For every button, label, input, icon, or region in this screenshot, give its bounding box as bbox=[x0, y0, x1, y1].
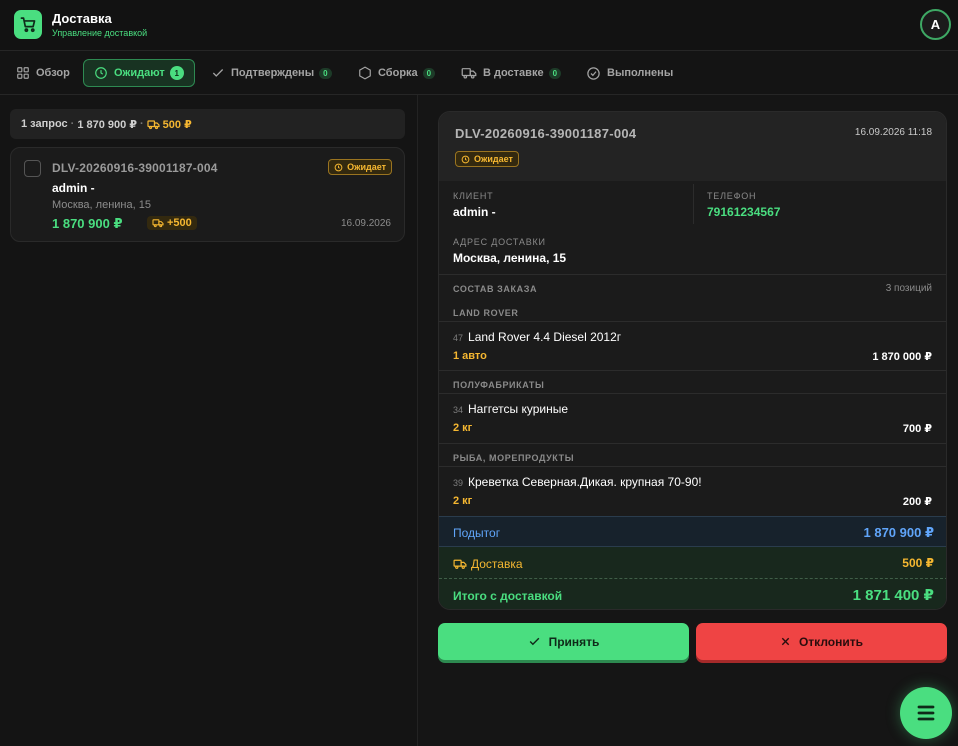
menu-icon bbox=[917, 705, 935, 721]
item-price: 1 870 000 ₽ bbox=[872, 351, 932, 363]
list-item: 39 Креветка Северная.Дикая. крупная 70-90… bbox=[453, 475, 702, 489]
subtotal-row: Подытог 1 870 900 ₽ bbox=[439, 516, 946, 547]
item-number: 47 bbox=[453, 333, 464, 343]
summary-delivery-value: 500 ₽ bbox=[162, 118, 192, 131]
reject-label: Отклонить bbox=[798, 634, 864, 649]
client-label: КЛИЕНТ bbox=[453, 191, 494, 201]
tab-label: Ожидают bbox=[114, 67, 165, 79]
delivery-label-text: Доставка bbox=[471, 557, 523, 571]
grand-total-value: 1 871 400 ₽ bbox=[852, 587, 934, 604]
status-badge: Ожидает bbox=[455, 151, 519, 167]
reject-button[interactable]: Отклонить bbox=[696, 623, 947, 660]
truck-icon bbox=[152, 219, 164, 228]
box-icon bbox=[359, 66, 371, 80]
composition-label: СОСТАВ ЗАКАЗА bbox=[453, 284, 538, 294]
truck-icon bbox=[147, 119, 160, 129]
order-detail-panel: DLV-20260916-39001187-004 16.09.2026 11:… bbox=[438, 111, 947, 610]
app-header: Доставка Управление доставкой A bbox=[0, 0, 958, 51]
positions-count: 3 позиций bbox=[885, 283, 932, 294]
tab-confirmed[interactable]: Подтверждены 0 bbox=[205, 59, 338, 87]
accept-label: Принять bbox=[548, 634, 600, 649]
status-text: Ожидает bbox=[347, 162, 386, 172]
cart-icon[interactable] bbox=[14, 10, 42, 39]
detail-header: DLV-20260916-39001187-004 16.09.2026 11:… bbox=[439, 112, 946, 181]
subtotal-value: 1 870 900 ₽ bbox=[863, 525, 935, 540]
phone-label: ТЕЛЕФОН bbox=[707, 191, 757, 201]
client-value: admin - bbox=[453, 205, 496, 219]
tab-completed[interactable]: Выполнены bbox=[580, 59, 679, 87]
list-item: 47 Land Rover 4.4 Diesel 2012г bbox=[453, 330, 621, 344]
summary-requests: 1 запрос bbox=[21, 118, 68, 130]
item-name: Креветка Северная.Дикая. крупная 70-90! bbox=[468, 475, 702, 489]
category-label: LAND ROVER bbox=[453, 308, 519, 318]
status-badge: Ожидает bbox=[328, 159, 392, 175]
tab-in-delivery[interactable]: В доставке 0 bbox=[455, 59, 567, 87]
close-icon bbox=[781, 637, 790, 646]
tab-count: 1 bbox=[169, 66, 184, 80]
item-qty: 1 авто bbox=[453, 350, 487, 362]
detail-datetime: 16.09.2026 11:18 bbox=[854, 127, 932, 138]
subtotal-label: Подытог bbox=[453, 526, 501, 540]
check-icon bbox=[212, 69, 224, 77]
check-icon bbox=[529, 637, 539, 646]
avatar[interactable]: A bbox=[920, 9, 951, 40]
tab-label: В доставке bbox=[483, 67, 544, 79]
order-id: DLV-20260916-39001187-004 bbox=[52, 161, 218, 175]
status-tabs: Обзор Ожидают 1 Подтверждены 0 Сборка 0 … bbox=[0, 51, 958, 95]
tab-label: Подтверждены bbox=[231, 67, 315, 79]
category-label: ПОЛУФАБРИКАТЫ bbox=[453, 380, 545, 390]
item-price: 700 ₽ bbox=[902, 423, 932, 435]
item-qty: 2 кг bbox=[453, 422, 473, 434]
orders-summary: 1 запрос · 1 870 900 ₽ · 500 ₽ bbox=[10, 109, 405, 139]
tab-pending[interactable]: Ожидают 1 bbox=[83, 59, 195, 87]
order-date: 16.09.2026 bbox=[340, 218, 391, 229]
menu-button[interactable] bbox=[900, 687, 952, 739]
tab-label: Обзор bbox=[36, 67, 70, 79]
truck-icon bbox=[453, 559, 467, 569]
summary-total: 1 870 900 ₽ bbox=[77, 118, 137, 131]
delivery-total-block: Доставка 500 ₽ Итого с доставкой 1 871 4… bbox=[439, 547, 946, 609]
item-price: 200 ₽ bbox=[902, 496, 932, 508]
truck-icon bbox=[461, 68, 477, 79]
accept-button[interactable]: Принять bbox=[438, 623, 689, 660]
order-client: admin - bbox=[52, 181, 95, 195]
clock-icon bbox=[461, 155, 470, 163]
status-text: Ожидает bbox=[474, 154, 513, 164]
summary-delivery: 500 ₽ bbox=[147, 118, 192, 131]
clock-icon bbox=[95, 67, 107, 79]
tab-overview[interactable]: Обзор bbox=[10, 59, 76, 87]
orders-list-panel: 1 запрос · 1 870 900 ₽ · 500 ₽ DLV-20260… bbox=[0, 95, 418, 746]
check-circle-icon bbox=[587, 66, 600, 80]
address-value: Москва, ленина, 15 bbox=[453, 251, 567, 265]
detail-order-id: DLV-20260916-39001187-004 bbox=[455, 126, 637, 141]
tab-count: 0 bbox=[422, 67, 436, 79]
order-price: 1 870 900 ₽ bbox=[52, 216, 123, 231]
address-label: АДРЕС ДОСТАВКИ bbox=[453, 237, 546, 247]
app-subtitle: Управление доставкой bbox=[52, 28, 148, 38]
grand-total-label: Итого с доставкой bbox=[453, 589, 563, 603]
delivery-value: 500 ₽ bbox=[902, 556, 934, 570]
item-name: Land Rover 4.4 Diesel 2012г bbox=[468, 330, 622, 344]
item-qty: 2 кг bbox=[453, 495, 473, 507]
item-name: Наггетсы куриные bbox=[468, 402, 568, 416]
tab-count: 0 bbox=[319, 67, 332, 79]
clock-icon bbox=[334, 163, 343, 171]
delivery-label: Доставка bbox=[453, 557, 523, 571]
tab-count: 0 bbox=[548, 67, 562, 79]
tab-assembly[interactable]: Сборка 0 bbox=[352, 59, 441, 87]
order-card[interactable]: DLV-20260916-39001187-004 Ожидает admin … bbox=[10, 147, 405, 242]
tab-label: Выполнены bbox=[607, 67, 674, 79]
order-address: Москва, ленина, 15 bbox=[52, 199, 151, 211]
phone-link[interactable]: 79161234567 bbox=[707, 205, 780, 219]
grid-icon bbox=[17, 67, 29, 79]
delivery-fee-value: +500 bbox=[167, 217, 192, 229]
item-number: 39 bbox=[453, 478, 464, 488]
tab-label: Сборка bbox=[378, 67, 418, 79]
item-number: 34 bbox=[453, 405, 464, 415]
order-checkbox[interactable] bbox=[24, 160, 41, 177]
list-item: 34 Наггетсы куриные bbox=[453, 402, 568, 416]
app-title: Доставка bbox=[52, 11, 112, 26]
order-delivery-fee: +500 bbox=[147, 216, 197, 230]
category-label: РЫБА, МОРЕПРОДУКТЫ bbox=[453, 453, 575, 463]
